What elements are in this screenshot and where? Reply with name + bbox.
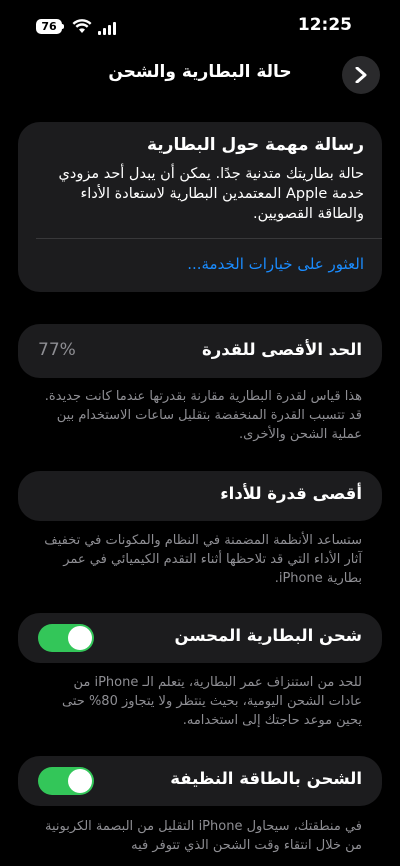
- back-button[interactable]: [342, 56, 380, 94]
- status-bar: 76 12:25: [0, 0, 400, 50]
- clean-energy-charging-label: الشحن بالطاقة النظيفة: [170, 769, 362, 788]
- peak-performance-row: أقصى قدرة للأداء: [18, 471, 382, 521]
- peak-performance-label: أقصى قدرة للأداء: [220, 484, 362, 503]
- optimized-charging-toggle[interactable]: [38, 624, 94, 652]
- clean-energy-charging-toggle[interactable]: [38, 767, 94, 795]
- peak-performance-footnote: ستساعد الأنظمة المضمنة في النظام والمكون…: [44, 533, 362, 586]
- divider: [36, 238, 382, 239]
- max-capacity-value: 77%: [38, 340, 76, 360]
- optimized-charging-row: شحن البطارية المحسن: [18, 613, 382, 663]
- toggle-knob: [68, 626, 92, 650]
- clean-energy-footnote: في منطقتك، سيحاول iPhone التقليل من البص…: [45, 819, 362, 853]
- status-time: 12:25: [297, 15, 352, 35]
- page-title: حالة البطارية والشحن: [108, 62, 292, 82]
- battery-nub: [62, 24, 64, 29]
- max-capacity-label: الحد الأقصى للقدرة: [201, 340, 362, 359]
- notice-body: حالة بطاريتك متدنية جدًا. يمكن أن يبدل أ…: [58, 166, 364, 222]
- cellular-signal-icon: [98, 20, 116, 39]
- max-capacity-footnote: هذا قياس لقدرة البطارية مقارنة بقدرتها ع…: [44, 389, 362, 442]
- wifi-icon: [72, 19, 92, 38]
- battery-notice-card: رسالة مهمة حول البطارية حالة بطاريتك متد…: [18, 122, 382, 292]
- optimized-charging-label: شحن البطارية المحسن: [174, 626, 362, 645]
- notice-title: رسالة مهمة حول البطارية: [146, 135, 364, 155]
- toggle-knob: [68, 769, 92, 793]
- optimized-charging-footnote: للحد من استنزاف عمر البطارية، يتعلم الـ …: [62, 675, 362, 728]
- find-service-options-link[interactable]: العثور على خيارات الخدمة...: [187, 255, 364, 273]
- battery-indicator: 76: [36, 19, 62, 34]
- max-capacity-row: الحد الأقصى للقدرة 77%: [18, 324, 382, 378]
- chevron-right-icon: [355, 67, 367, 83]
- clean-energy-charging-row: الشحن بالطاقة النظيفة: [18, 756, 382, 806]
